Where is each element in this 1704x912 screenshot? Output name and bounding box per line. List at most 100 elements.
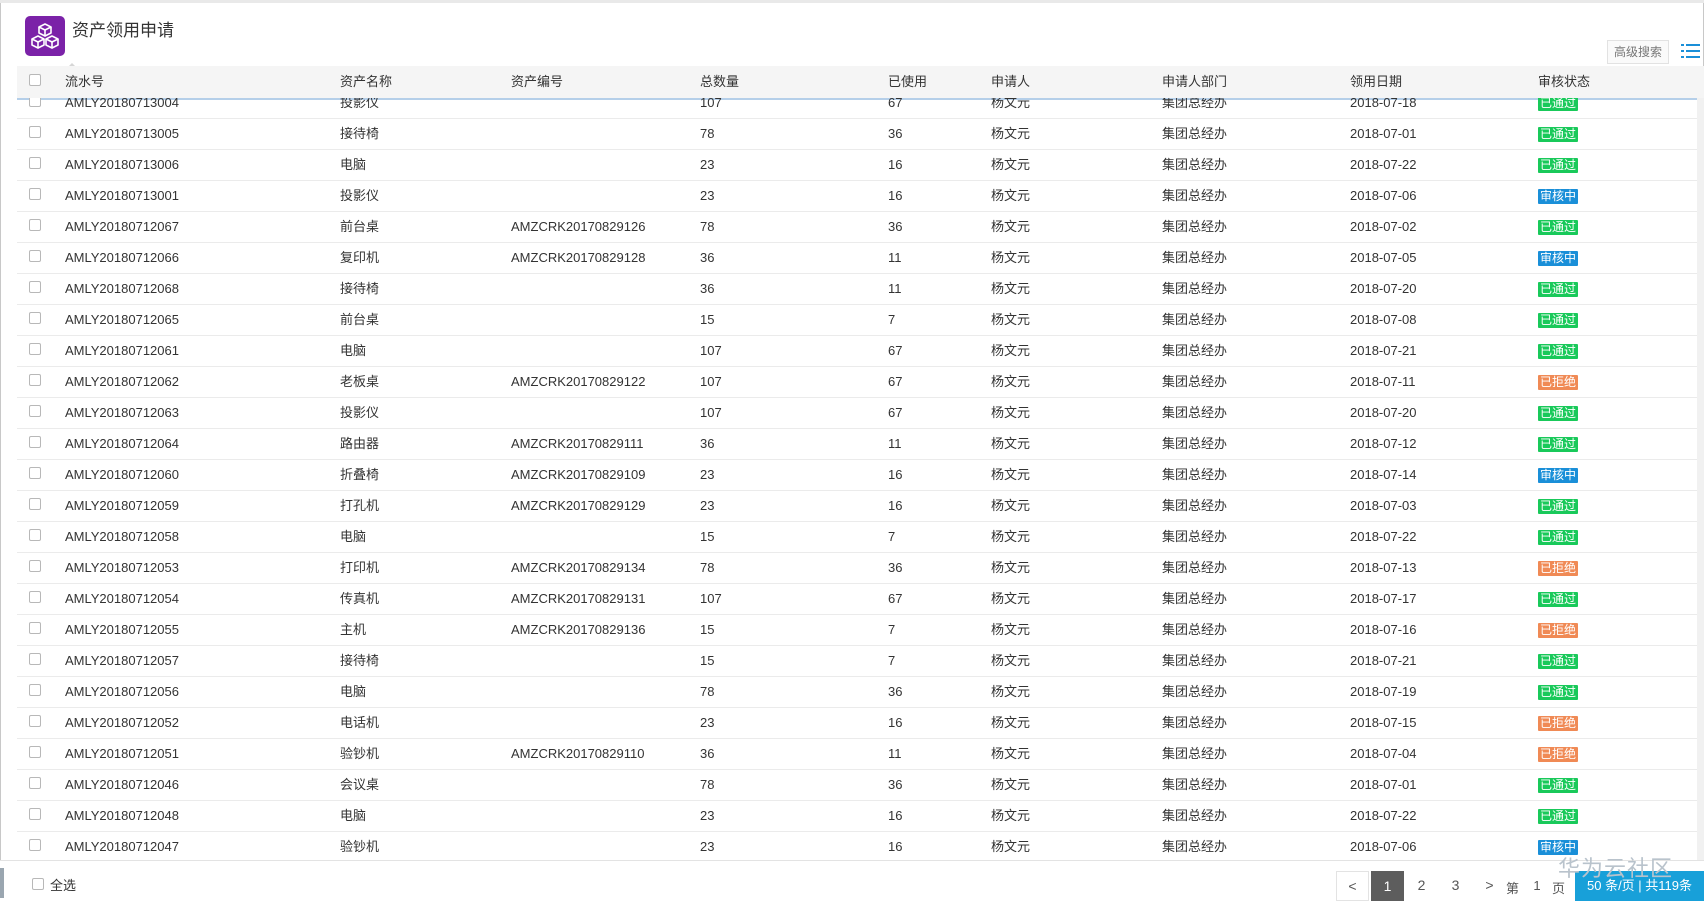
row-checkbox[interactable] bbox=[29, 560, 41, 572]
table-row[interactable]: AMLY20180712058 电脑 15 7 杨文元 集团总经办 2018-07-22 已通… bbox=[17, 522, 1704, 553]
row-checkbox[interactable] bbox=[29, 312, 41, 324]
cell-dept: 集团总经办 bbox=[1162, 839, 1228, 854]
row-checkbox[interactable] bbox=[29, 374, 41, 386]
row-checkbox[interactable] bbox=[29, 746, 41, 758]
page-button-2[interactable]: 2 bbox=[1405, 871, 1438, 901]
row-checkbox[interactable] bbox=[29, 188, 41, 200]
row-checkbox[interactable] bbox=[29, 98, 41, 107]
row-checkbox[interactable] bbox=[29, 126, 41, 138]
select-all-checkbox[interactable] bbox=[32, 878, 44, 890]
table-row[interactable]: AMLY20180712064 路由器 AMZCRK20170829111 36 11 杨… bbox=[17, 429, 1704, 460]
cell-applicant: 杨文元 bbox=[991, 560, 1031, 575]
cell-applicant: 杨文元 bbox=[991, 529, 1031, 544]
row-checkbox[interactable] bbox=[29, 653, 41, 665]
cell-dept: 集团总经办 bbox=[1162, 529, 1228, 544]
table-row[interactable]: AMLY20180713005 接待椅 78 36 杨文元 集团总经办 2018-07-01… bbox=[17, 119, 1704, 150]
table-row[interactable]: AMLY20180713006 电脑 23 16 杨文元 集团总经办 2018-07-22 已… bbox=[17, 150, 1704, 181]
column-header[interactable]: 领用日期 bbox=[1350, 66, 1402, 98]
vertical-scrollbar[interactable] bbox=[1697, 98, 1704, 860]
table-row[interactable]: AMLY20180712068 接待椅 36 11 杨文元 集团总经办 2018-07-20… bbox=[17, 274, 1704, 305]
row-checkbox[interactable] bbox=[29, 622, 41, 634]
table-row[interactable]: AMLY20180712057 接待椅 15 7 杨文元 集团总经办 2018-07-21 已… bbox=[17, 646, 1704, 677]
goto-page-input[interactable]: 1 bbox=[1530, 878, 1544, 893]
status-badge: 已通过 bbox=[1538, 313, 1579, 328]
cell-serial: AMLY20180712057 bbox=[65, 653, 179, 668]
row-checkbox[interactable] bbox=[29, 715, 41, 727]
cell-used: 16 bbox=[888, 498, 903, 513]
row-checkbox[interactable] bbox=[29, 219, 41, 231]
cell-used: 11 bbox=[888, 250, 902, 265]
column-header[interactable]: 申请人部门 bbox=[1162, 66, 1227, 98]
cell-used: 36 bbox=[888, 560, 903, 575]
cell-total: 23 bbox=[700, 498, 715, 513]
page-button-1[interactable]: 1 bbox=[1371, 871, 1404, 901]
table-header: 流水号 资产名称 资产编号 总数量 已使用 申请人 申请人部门 领用日期 审核状… bbox=[17, 66, 1704, 100]
table-row[interactable]: AMLY20180712052 电话机 23 16 杨文元 集团总经办 2018-07-15… bbox=[17, 708, 1704, 739]
cell-date: 2018-07-17 bbox=[1350, 591, 1417, 606]
table-row[interactable]: AMLY20180712062 老板桌 AMZCRK20170829122 107 67… bbox=[17, 367, 1704, 398]
table-row[interactable]: AMLY20180712066 复印机 AMZCRK20170829128 36 11 杨… bbox=[17, 243, 1704, 274]
list-view-icon[interactable] bbox=[1680, 41, 1702, 61]
column-header[interactable]: 已使用 bbox=[888, 66, 927, 98]
table-row[interactable]: AMLY20180712061 电脑 107 67 杨文元 集团总经办 2018-07-21… bbox=[17, 336, 1704, 367]
row-checkbox[interactable] bbox=[29, 436, 41, 448]
row-checkbox[interactable] bbox=[29, 529, 41, 541]
table-footer: 全选 < 1 2 3 > 第 1 页 50 条/页 | 共119条 bbox=[0, 860, 1704, 912]
row-checkbox[interactable] bbox=[29, 498, 41, 510]
cell-dept: 集团总经办 bbox=[1162, 715, 1228, 730]
cell-total: 15 bbox=[700, 653, 715, 668]
cell-total: 15 bbox=[700, 529, 715, 544]
row-checkbox[interactable] bbox=[29, 250, 41, 262]
row-checkbox[interactable] bbox=[29, 591, 41, 603]
next-page-button[interactable]: > bbox=[1473, 871, 1506, 901]
column-header[interactable]: 审核状态 bbox=[1538, 66, 1590, 98]
row-checkbox[interactable] bbox=[29, 839, 41, 851]
row-checkbox[interactable] bbox=[29, 405, 41, 417]
row-checkbox[interactable] bbox=[29, 684, 41, 696]
table-row[interactable]: AMLY20180712053 打印机 AMZCRK20170829134 78 36 杨… bbox=[17, 553, 1704, 584]
table-row[interactable]: AMLY20180712054 传真机 AMZCRK20170829131 107 67… bbox=[17, 584, 1704, 615]
table-row[interactable]: AMLY20180713001 投影仪 23 16 杨文元 集团总经办 2018-07-06… bbox=[17, 181, 1704, 212]
table-row[interactable]: AMLY20180712047 验钞机 23 16 杨文元 集团总经办 2018-07-06… bbox=[17, 832, 1704, 860]
cell-date: 2018-07-06 bbox=[1350, 188, 1417, 203]
table-row[interactable]: AMLY20180712048 电脑 23 16 杨文元 集团总经办 2018-07-22 已… bbox=[17, 801, 1704, 832]
column-header[interactable]: 资产名称 bbox=[340, 66, 392, 98]
table-row[interactable]: AMLY20180712046 会议桌 78 36 杨文元 集团总经办 2018-07-01… bbox=[17, 770, 1704, 801]
advanced-search-button[interactable]: 高级搜索 bbox=[1607, 40, 1669, 64]
row-checkbox[interactable] bbox=[29, 808, 41, 820]
cell-dept: 集团总经办 bbox=[1162, 98, 1228, 110]
column-header[interactable]: 流水号 bbox=[65, 66, 104, 98]
cell-name: 接待椅 bbox=[340, 126, 380, 141]
column-header[interactable]: 资产编号 bbox=[511, 66, 563, 98]
cell-date: 2018-07-14 bbox=[1350, 467, 1417, 482]
column-header[interactable]: 总数量 bbox=[700, 66, 739, 98]
table-row[interactable]: AMLY20180712055 主机 AMZCRK20170829136 15 7 杨文元… bbox=[17, 615, 1704, 646]
row-checkbox[interactable] bbox=[29, 281, 41, 293]
page-button-3[interactable]: 3 bbox=[1439, 871, 1472, 901]
column-header[interactable]: 申请人 bbox=[991, 66, 1030, 98]
cell-dept: 集团总经办 bbox=[1162, 591, 1228, 606]
cell-name: 投影仪 bbox=[340, 188, 380, 203]
status-badge: 已拒绝 bbox=[1538, 375, 1579, 390]
cell-total: 78 bbox=[700, 126, 715, 141]
prev-page-button[interactable]: < bbox=[1336, 871, 1369, 901]
table-row[interactable]: AMLY20180712065 前台桌 15 7 杨文元 集团总经办 2018-07-08 已… bbox=[17, 305, 1704, 336]
table-row[interactable]: AMLY20180712056 电脑 78 36 杨文元 集团总经办 2018-07-19 已… bbox=[17, 677, 1704, 708]
table-row[interactable]: AMLY20180712063 投影仪 107 67 杨文元 集团总经办 2018-07-2… bbox=[17, 398, 1704, 429]
goto-prefix: 第 bbox=[1506, 881, 1520, 896]
table-row[interactable]: AMLY20180712059 打孔机 AMZCRK20170829129 23 16 杨… bbox=[17, 491, 1704, 522]
row-checkbox[interactable] bbox=[29, 343, 41, 355]
table-row[interactable]: AMLY20180712051 验钞机 AMZCRK20170829110 36 11 杨… bbox=[17, 739, 1704, 770]
cell-applicant: 杨文元 bbox=[991, 622, 1031, 637]
table-row[interactable]: AMLY20180712060 折叠椅 AMZCRK20170829109 23 16 杨… bbox=[17, 460, 1704, 491]
cell-used: 11 bbox=[888, 436, 902, 451]
row-checkbox[interactable] bbox=[29, 467, 41, 479]
header-select-all-checkbox[interactable] bbox=[29, 74, 41, 86]
cell-serial: AMLY20180712066 bbox=[65, 250, 179, 265]
table-row[interactable]: AMLY20180713004 投影仪 107 67 杨文元 集团总经办 2018-07-1… bbox=[17, 98, 1704, 119]
row-checkbox[interactable] bbox=[29, 777, 41, 789]
row-checkbox[interactable] bbox=[29, 157, 41, 169]
cell-date: 2018-07-15 bbox=[1350, 715, 1417, 730]
table-row[interactable]: AMLY20180712067 前台桌 AMZCRK20170829126 78 36 杨… bbox=[17, 212, 1704, 243]
cell-code: AMZCRK20170829109 bbox=[511, 467, 646, 482]
